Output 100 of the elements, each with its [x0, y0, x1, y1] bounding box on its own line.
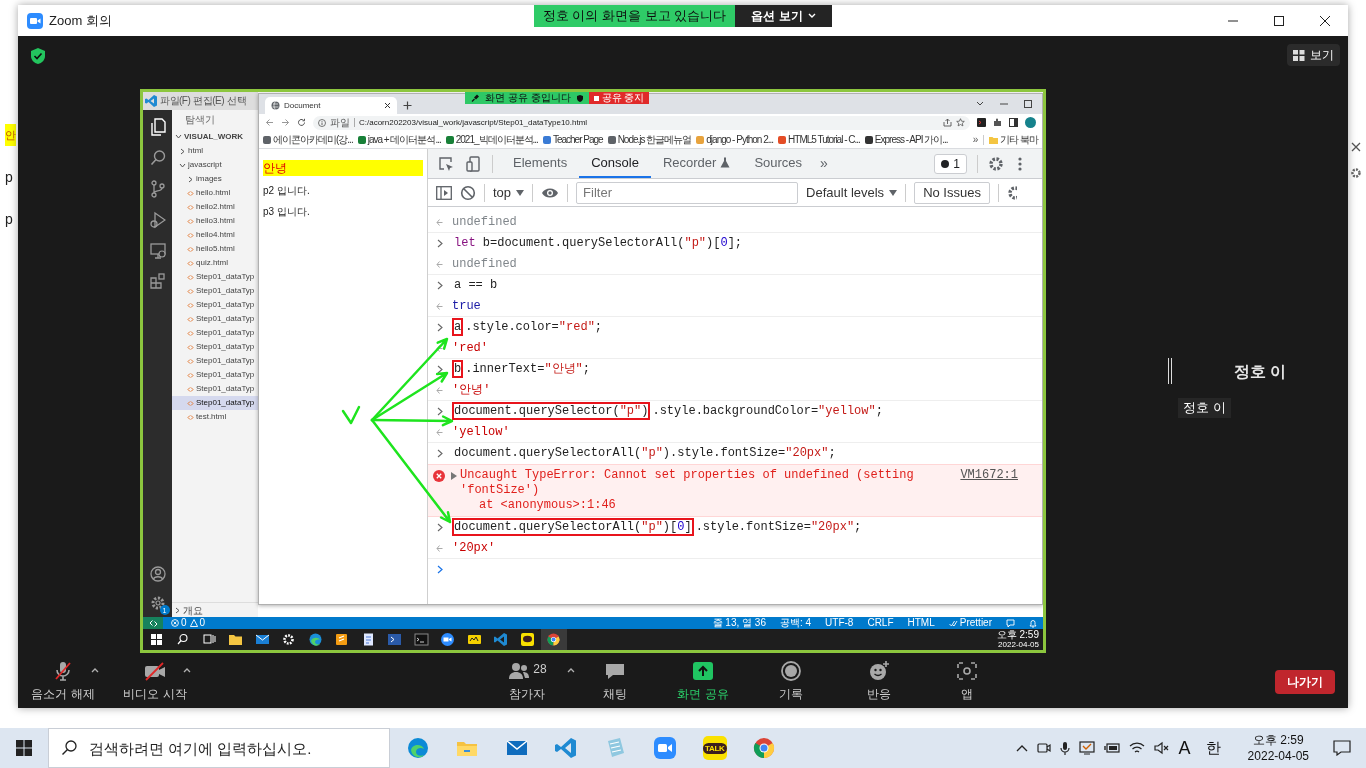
devtools-tab[interactable]: Recorder — [650, 149, 743, 178]
branch-icon[interactable] — [149, 180, 166, 198]
tree-item[interactable]: Step01_dataTyp — [172, 382, 258, 396]
monitor-icon[interactable] — [149, 242, 166, 260]
windows-logo-icon[interactable] — [148, 632, 164, 647]
search-icon[interactable] — [175, 632, 191, 647]
clock-time[interactable]: 오후 2:59 — [1252, 732, 1304, 748]
issues-counter-button[interactable]: 1 — [934, 153, 967, 174]
tree-item[interactable]: Step01_dataTyp — [172, 326, 258, 340]
status-item[interactable]: 줄 13, 열 36 — [712, 618, 766, 628]
browser-tab[interactable]: Document — [265, 97, 397, 114]
bookmark-link[interactable]: Teacher Page — [542, 134, 603, 145]
bookmark-folder[interactable]: 기타 북마 — [989, 134, 1038, 145]
start-video-button[interactable]: 비디오 시작 — [123, 655, 187, 708]
status-item[interactable]: UTF-8 — [825, 618, 854, 628]
tree-item[interactable]: html — [172, 144, 258, 158]
plus-icon[interactable] — [403, 101, 412, 110]
remote-indicator[interactable] — [143, 617, 163, 629]
status-item[interactable]: CRLF — [867, 618, 894, 628]
maximize-icon[interactable] — [1024, 100, 1032, 108]
record-button[interactable]: 기록 — [779, 655, 803, 708]
tree-item[interactable]: hello4.html — [172, 228, 258, 242]
devtools-tab[interactable]: Console — [579, 149, 651, 178]
microphone-icon[interactable] — [1059, 740, 1070, 756]
browser-swirl-icon[interactable] — [307, 632, 323, 647]
puzzle-icon[interactable] — [993, 118, 1002, 127]
account-icon[interactable] — [149, 566, 166, 582]
menu-item[interactable]: 선택 — [227, 96, 247, 106]
tree-item[interactable]: Step01_dataTyp — [172, 284, 258, 298]
chat-app-icon[interactable]: TALK — [702, 736, 727, 760]
warning-count[interactable]: 0 — [199, 618, 206, 628]
more-options-icon[interactable] — [1018, 155, 1022, 172]
camera-icon[interactable] — [1036, 741, 1051, 755]
device-icon[interactable] — [466, 155, 482, 172]
tree-item[interactable]: Step01_dataTyp — [172, 354, 258, 368]
share-screen-button[interactable]: 화면 공유 — [677, 655, 729, 708]
status-item[interactable]: HTML — [907, 618, 935, 628]
error-icon[interactable] — [171, 619, 179, 627]
caret-up-icon[interactable] — [183, 667, 191, 673]
tree-item[interactable]: hello5.html — [172, 242, 258, 256]
language-indicator[interactable]: 한 — [1205, 736, 1221, 760]
view-button[interactable]: 보기 — [1287, 44, 1340, 66]
bookmark-link[interactable]: Node.js 한글메뉴얼 — [607, 134, 692, 145]
eye-icon[interactable] — [541, 186, 560, 199]
reload-icon[interactable] — [297, 118, 306, 127]
filter-field[interactable]: Filter — [576, 181, 799, 204]
files-icon[interactable] — [149, 118, 166, 136]
video-camera-icon[interactable] — [440, 632, 456, 647]
devtools-tab[interactable]: Sources — [742, 149, 815, 178]
tree-item[interactable]: Step01_dataTyp — [172, 368, 258, 382]
workspace-header[interactable]: VISUAL_WORK — [172, 129, 258, 144]
log-levels-dropdown[interactable]: Default levels — [806, 182, 898, 203]
apps-button[interactable]: 앱 — [955, 655, 979, 708]
issues-button[interactable]: No Issues — [914, 181, 990, 204]
options-button[interactable]: 옵션 보기 — [735, 5, 832, 27]
back-arrow-icon[interactable] — [265, 118, 274, 127]
more-tabs-button[interactable]: » — [814, 153, 834, 174]
devtools-tab[interactable]: Elements — [501, 149, 580, 178]
leave-button[interactable]: 나가기 — [1275, 670, 1335, 694]
address-field[interactable]: 파일 C:/acorn202203/visual_work/javascript/Step01_dataType10.html — [313, 115, 970, 130]
wifi-icon[interactable] — [1128, 741, 1145, 755]
tree-item[interactable]: Step01_dataTyp — [172, 270, 258, 284]
unmute-button[interactable]: 음소거 해제 — [31, 655, 95, 708]
tree-item[interactable]: Step01_dataTyp — [172, 312, 258, 326]
caret-up-icon[interactable] — [91, 667, 99, 673]
tree-item[interactable]: test.html — [172, 410, 258, 424]
bookmark-link[interactable]: 에이콘아카데미(강... — [263, 134, 353, 145]
bookmark-link[interactable]: django - Python 2... — [696, 134, 774, 145]
vscode-logo-icon[interactable] — [493, 632, 509, 647]
menu-item[interactable]: 편집(E) — [193, 96, 225, 106]
speech-bubble-icon[interactable] — [519, 632, 535, 647]
gear-icon[interactable] — [281, 632, 297, 647]
tree-item[interactable]: images — [172, 172, 258, 186]
bookmark-link[interactable]: Express - API 가이... — [864, 134, 948, 145]
run-debug-icon[interactable] — [149, 211, 166, 229]
image-viewer-icon[interactable] — [466, 632, 482, 647]
shell-icon[interactable] — [387, 632, 403, 647]
clear-console-icon[interactable] — [460, 184, 476, 201]
tree-item[interactable]: hello.html — [172, 186, 258, 200]
feedback-icon[interactable] — [1006, 618, 1015, 628]
expand-triangle-icon[interactable] — [451, 472, 457, 480]
task-view-icon[interactable] — [201, 632, 217, 647]
tree-item[interactable]: hello2.html — [172, 200, 258, 214]
more-bookmarks-button[interactable]: » — [972, 134, 979, 145]
bookmark-link[interactable]: java + 데이터분석... — [357, 134, 441, 145]
forward-arrow-icon[interactable] — [281, 118, 290, 127]
status-item[interactable]: 공백: 4 — [779, 618, 812, 628]
tree-item[interactable]: hello3.html — [172, 214, 258, 228]
star-icon[interactable] — [956, 118, 965, 127]
extensions-icon[interactable] — [149, 273, 166, 291]
error-count[interactable]: 0 — [181, 618, 187, 628]
chevron-up-icon[interactable] — [1015, 744, 1028, 752]
tree-item[interactable]: Step01_dataTyp — [172, 340, 258, 354]
share-icon[interactable] — [943, 118, 952, 127]
vscode-logo-icon[interactable] — [554, 736, 579, 760]
clock-date[interactable]: 2022-04-05 — [1247, 748, 1309, 764]
participants-button[interactable]: 28 참가자 — [507, 655, 547, 708]
menu-item[interactable]: 파일(F) — [160, 96, 191, 106]
sidebar-toggle-icon[interactable] — [436, 185, 452, 200]
tree-item[interactable]: Step01_dataTyp — [172, 396, 258, 410]
